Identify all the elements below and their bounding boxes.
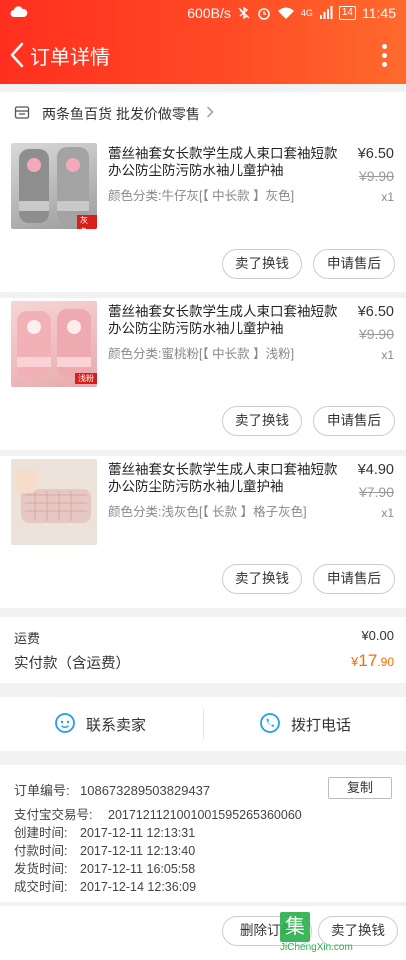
info-value: 2017-12-11 12:13:40: [80, 844, 196, 858]
after-sale-button[interactable]: 申请售后: [313, 406, 395, 436]
product-price: ¥6.50: [357, 304, 394, 320]
quantity: x1: [381, 190, 394, 204]
app-header: 订单详情: [0, 28, 406, 84]
product-variant: 颜色分类:蜜桃粉[【 中长款 】浅粉]: [108, 347, 295, 361]
status-bar: 600B/s 4G 14 11:45: [0, 0, 406, 28]
contact-bar: 联系卖家 拨打电话: [0, 697, 406, 751]
cloud-icon: [10, 6, 28, 17]
after-sale-button[interactable]: 申请售后: [313, 564, 395, 594]
sell-exchange-button[interactable]: 卖了换钱: [222, 564, 302, 594]
product-price: ¥4.90: [357, 462, 394, 478]
product-variant: 颜色分类:浅灰色[【 长款 】格子灰色]: [108, 505, 307, 519]
info-row-alipay-no: 支付宝交易号: 2017121121001001595265360060: [14, 804, 302, 823]
sell-exchange-button[interactable]: 卖了换钱: [222, 249, 302, 279]
order-totals: 运费 ¥0.00 实付款（含运费） ¥17.90: [0, 617, 406, 683]
signal-icon: [319, 6, 333, 19]
quantity: x1: [381, 506, 394, 520]
product-thumbnail[interactable]: 灰色: [11, 143, 97, 229]
phone-icon: [260, 713, 280, 733]
clock: 11:45: [362, 5, 396, 21]
order-item: 蕾丝袖套女长款学生成人束口套袖短款办公防尘防污防水袖儿童护袖 颜色分类:浅灰色[…: [0, 450, 406, 608]
product-name[interactable]: 蕾丝袖套女长款学生成人束口套袖短款办公防尘防污防水袖儿童护袖: [108, 145, 342, 179]
top-bar: 600B/s 4G 14 11:45 订单详情: [0, 0, 406, 84]
product-variant: 颜色分类:牛仔灰[【 中长款 】灰色]: [108, 189, 295, 203]
contact-seller-label: 联系卖家: [86, 717, 147, 734]
watermark-logo: 集 JiChengXin.com: [280, 912, 398, 956]
call-button[interactable]: 拨打电话: [203, 697, 406, 751]
original-price: ¥9.90: [358, 326, 394, 342]
paid-amount: ¥17.90: [351, 651, 394, 671]
thumb-tag: 浅粉: [75, 373, 97, 384]
info-value: 2017-12-11 12:13:31: [80, 826, 196, 840]
info-value: 2017-12-14 12:36:09: [80, 880, 197, 894]
order-items: 灰色 蕾丝袖套女长款学生成人束口套袖短款办公防尘防污防水袖儿童护袖 颜色分类:牛…: [0, 134, 406, 608]
info-row-created: 创建时间: 2017-12-11 12:13:31: [14, 822, 195, 841]
shop-name: 两条鱼百货 批发价做零售: [42, 106, 200, 122]
info-value[interactable]: 108673289503829437: [80, 783, 210, 798]
bluetooth-off-icon: [238, 6, 250, 20]
watermark-char: 集: [280, 912, 310, 942]
back-arrow-icon[interactable]: [6, 40, 28, 70]
battery-indicator: 14: [338, 6, 356, 20]
product-thumbnail[interactable]: 浅粉: [11, 301, 97, 387]
sell-exchange-button[interactable]: 卖了换钱: [222, 406, 302, 436]
product-name[interactable]: 蕾丝袖套女长款学生成人束口套袖短款办公防尘防污防水袖儿童护袖: [108, 303, 342, 337]
info-row-order-no: 订单编号: 108673289503829437: [14, 780, 210, 799]
paid-decimal: .90: [377, 655, 394, 669]
quantity: x1: [381, 348, 394, 362]
network-speed: 600B/s: [187, 5, 231, 21]
alarm-icon: [258, 8, 270, 20]
order-item: 灰色 蕾丝袖套女长款学生成人束口套袖短款办公防尘防污防水袖儿童护袖 颜色分类:牛…: [0, 134, 406, 292]
order-item: 浅粉 蕾丝袖套女长款学生成人束口套袖短款办公防尘防污防水袖儿童护袖 颜色分类:蜜…: [0, 292, 406, 450]
copy-button[interactable]: 复制: [328, 777, 392, 799]
info-key: 成交时间:: [14, 880, 68, 894]
call-label: 拨打电话: [291, 717, 352, 734]
info-key: 支付宝交易号:: [14, 808, 93, 822]
after-sale-button[interactable]: 申请售后: [313, 249, 395, 279]
chat-icon: [55, 713, 75, 733]
original-price: ¥9.90: [358, 168, 394, 184]
shipping-value: ¥0.00: [361, 628, 394, 643]
info-key: 发货时间:: [14, 862, 68, 876]
thumb-tag: 灰色: [77, 215, 97, 229]
info-row-shipped: 发货时间: 2017-12-11 16:05:58: [14, 858, 195, 877]
product-name[interactable]: 蕾丝袖套女长款学生成人束口套袖短款办公防尘防污防水袖儿童护袖: [108, 461, 342, 495]
info-value: 2017121121001001595265360060: [108, 808, 302, 822]
original-price: ¥7.90: [358, 484, 394, 500]
info-key: 创建时间:: [14, 826, 68, 840]
paid-integer: 17: [358, 651, 378, 670]
page-title: 订单详情: [30, 47, 110, 69]
watermark-url: JiChengXin.com: [280, 942, 353, 953]
info-row-paid: 付款时间: 2017-12-11 12:13:40: [14, 840, 195, 859]
shop-row[interactable]: 两条鱼百货 批发价做零售: [0, 92, 406, 134]
wifi-icon: [277, 7, 294, 19]
info-key: 付款时间:: [14, 844, 68, 858]
network-type: 4G: [300, 8, 313, 18]
shop-icon: [14, 106, 30, 119]
order-info: 订单编号: 108673289503829437 复制 支付宝交易号: 201712…: [0, 765, 406, 902]
info-row-completed: 成交时间: 2017-12-14 12:36:09: [14, 876, 196, 895]
contact-seller-button[interactable]: 联系卖家: [0, 697, 203, 751]
product-thumbnail[interactable]: [11, 459, 97, 545]
info-key: 订单编号:: [14, 783, 70, 798]
product-price: ¥6.50: [357, 146, 394, 162]
chevron-right-icon: [207, 106, 214, 118]
sleeve-image-icon: [11, 459, 97, 545]
shipping-label: 运费: [14, 631, 41, 646]
paid-label: 实付款（含运费）: [14, 656, 130, 672]
info-value: 2017-12-11 16:05:58: [80, 862, 196, 876]
more-menu-icon[interactable]: [380, 42, 388, 70]
